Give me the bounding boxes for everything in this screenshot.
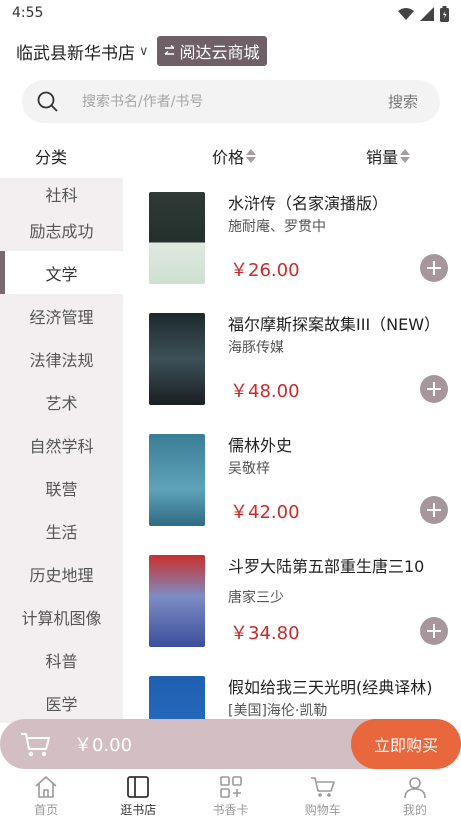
- search-icon: [37, 91, 58, 112]
- book-cover: [149, 434, 205, 526]
- sort-arrows-icon: [400, 149, 411, 163]
- book-list: 水浒传（名家演播版） 施耐庵、罗贯中 ￥26.00 福尔摩斯探案故集III（NE…: [123, 178, 461, 723]
- tab-label: 首页: [34, 803, 59, 817]
- book-cover: [149, 313, 205, 405]
- tab-label: 购物车: [304, 803, 341, 817]
- tab-home[interactable]: 首页: [0, 770, 92, 820]
- category-header: 分类: [35, 148, 68, 167]
- cart-bar: ￥0.00 立即购买: [0, 719, 461, 769]
- sort-by-sales[interactable]: 销量: [366, 144, 411, 168]
- switch-mall-button[interactable]: 阅达云商城: [156, 36, 267, 66]
- search-button[interactable]: 搜索: [388, 91, 418, 112]
- category-item[interactable]: 艺术: [0, 380, 123, 423]
- category-item[interactable]: 社科: [0, 178, 123, 208]
- store-name[interactable]: 临武县新华书店: [16, 39, 135, 64]
- book-item[interactable]: 斗罗大陆第五部重生唐三10 唐家三少 ￥34.80: [123, 541, 461, 662]
- category-item[interactable]: 经济管理: [0, 294, 123, 337]
- category-item-active[interactable]: 文学: [0, 251, 123, 294]
- book-price: ￥42.00: [230, 502, 300, 523]
- tab-label: 书香卡: [212, 803, 249, 817]
- cart-icon: [310, 777, 335, 797]
- status-time: 4:55: [12, 5, 44, 21]
- bottom-tab-bar: 首页 逛书店 书香卡 购物车 我的: [0, 770, 461, 820]
- tab-card[interactable]: 书香卡: [184, 770, 276, 820]
- book-title: 水浒传（名家演播版）: [228, 194, 389, 213]
- wifi-icon: [398, 8, 414, 20]
- add-to-cart-button[interactable]: [420, 375, 448, 403]
- cart-summary[interactable]: ￥0.00: [0, 719, 400, 769]
- category-item[interactable]: 科普: [0, 638, 123, 681]
- book-price: ￥26.00: [230, 260, 300, 281]
- category-item[interactable]: 法律法规: [0, 337, 123, 380]
- tab-label: 逛书店: [120, 803, 157, 817]
- category-item[interactable]: 生活: [0, 509, 123, 552]
- category-item[interactable]: 励志成功: [0, 208, 123, 251]
- chevron-down-icon[interactable]: ∨: [139, 44, 149, 59]
- book-cover: [149, 192, 205, 284]
- sort-bar: 分类 价格 销量: [0, 136, 461, 176]
- cart-total: ￥0.00: [74, 735, 133, 756]
- sort-price-label: 价格: [212, 148, 245, 167]
- book-title: 斗罗大陆第五部重生唐三10: [228, 557, 425, 576]
- search-bar: 搜索: [22, 80, 440, 123]
- tab-label: 我的: [402, 803, 427, 817]
- buy-now-button[interactable]: 立即购买: [351, 719, 461, 769]
- tab-bookstore[interactable]: 逛书店: [92, 770, 184, 820]
- home-icon: [35, 776, 57, 798]
- book-title: 假如给我三天光明(经典译林): [228, 678, 433, 697]
- profile-icon: [404, 777, 426, 799]
- category-sidebar: 社科 励志成功 文学 经济管理 法律法规 艺术 自然学科 联营 生活 历史地理 …: [0, 178, 123, 723]
- category-item[interactable]: 自然学科: [0, 423, 123, 466]
- status-bar: 4:55: [0, 0, 461, 28]
- book-cover: [149, 676, 205, 723]
- book-author: 唐家三少: [228, 590, 284, 606]
- tab-cart[interactable]: 购物车: [277, 770, 369, 820]
- add-to-cart-button[interactable]: [420, 617, 448, 645]
- tab-profile[interactable]: 我的: [369, 770, 461, 820]
- book-author: 吴敬梓: [228, 461, 270, 477]
- bookstore-icon: [127, 776, 150, 798]
- book-item[interactable]: 儒林外史 吴敬梓 ￥42.00: [123, 420, 461, 541]
- switch-mall-label: 阅达云商城: [179, 43, 260, 62]
- book-title: 福尔摩斯探案故集III（NEW）: [228, 315, 441, 334]
- battery-icon: [440, 6, 449, 22]
- book-price: ￥34.80: [230, 623, 300, 644]
- book-author: 施耐庵、罗贯中: [228, 219, 326, 235]
- book-cover: [149, 555, 205, 647]
- swap-icon: [164, 45, 174, 55]
- add-to-cart-button[interactable]: [420, 496, 448, 524]
- category-item[interactable]: 联营: [0, 466, 123, 509]
- add-to-cart-button[interactable]: [420, 254, 448, 282]
- book-author: 海豚传媒: [228, 340, 284, 356]
- book-item[interactable]: 水浒传（名家演播版） 施耐庵、罗贯中 ￥26.00: [123, 178, 461, 299]
- sort-arrows-icon: [246, 149, 257, 163]
- sort-sales-label: 销量: [366, 148, 399, 167]
- category-item[interactable]: 计算机图像: [0, 595, 123, 638]
- category-item[interactable]: 医学: [0, 681, 123, 723]
- category-item[interactable]: 历史地理: [0, 552, 123, 595]
- store-header: 临武县新华书店 ∨ 阅达云商城: [16, 36, 267, 66]
- book-price: ￥48.00: [230, 381, 300, 402]
- book-author: [美国]海伦·凯勒: [228, 703, 328, 719]
- book-item[interactable]: 假如给我三天光明(经典译林) [美国]海伦·凯勒: [123, 662, 461, 723]
- status-icons: [398, 6, 449, 22]
- book-item[interactable]: 福尔摩斯探案故集III（NEW） 海豚传媒 ￥48.00: [123, 299, 461, 420]
- signal-icon: [420, 7, 434, 21]
- card-icon: [219, 776, 242, 798]
- search-input[interactable]: [82, 88, 362, 115]
- book-title: 儒林外史: [228, 436, 293, 455]
- cart-icon: [21, 733, 50, 757]
- sort-by-price[interactable]: 价格: [212, 144, 257, 168]
